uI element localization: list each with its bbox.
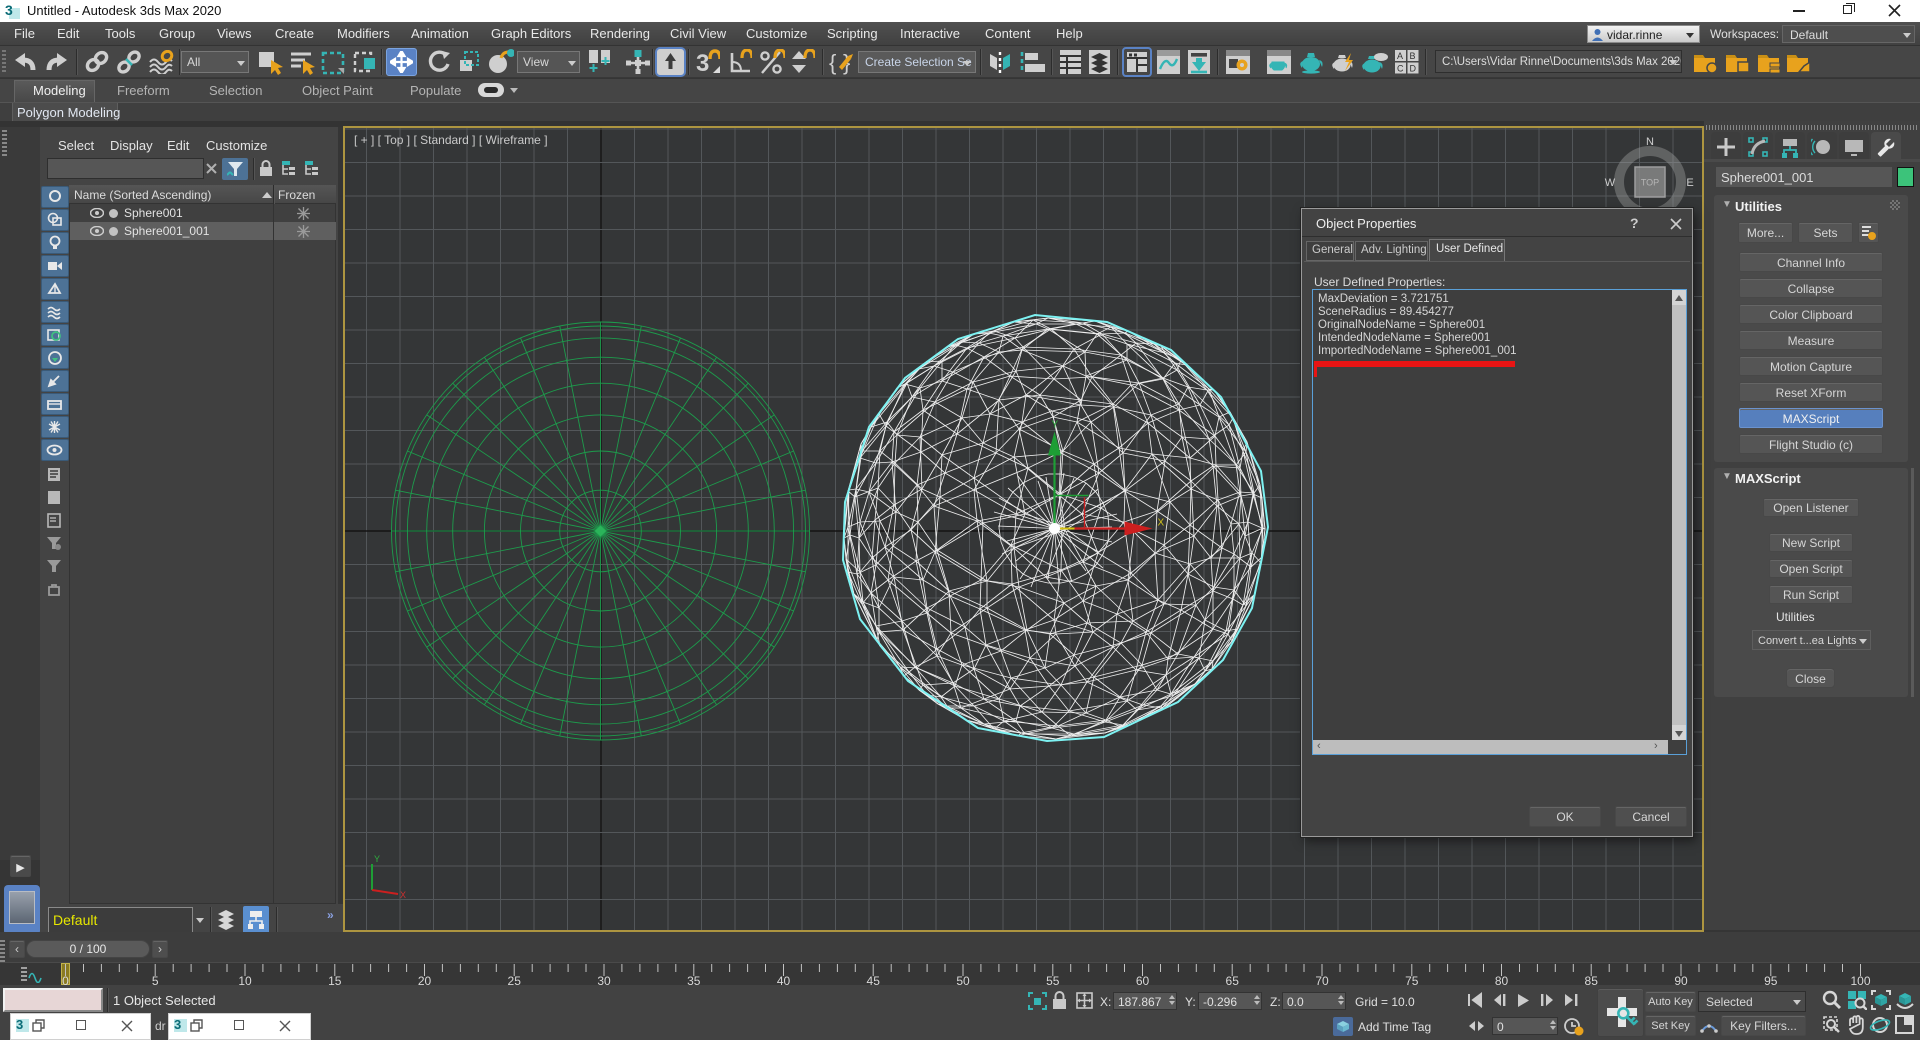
svg-text:B: B	[1410, 51, 1416, 61]
svg-text:3: 3	[696, 50, 709, 76]
svg-text:N: N	[1646, 136, 1654, 148]
svg-text:C: C	[1397, 64, 1404, 74]
svg-text:W: W	[1605, 177, 1616, 189]
svg-text:[ + ] [ Top ] [ Standard ] [ W: [ + ] [ Top ] [ Standard ] [ Wireframe ]	[354, 133, 548, 147]
svg-text:Y: Y	[374, 854, 380, 864]
svg-text:A: A	[1397, 51, 1403, 61]
svg-text:X: X	[400, 890, 406, 900]
svg-text:D: D	[1410, 64, 1417, 74]
svg-text:E: E	[1686, 177, 1693, 189]
svg-text:X: X	[1158, 518, 1165, 529]
svg-text:TOP: TOP	[1641, 178, 1659, 188]
svg-text:Y: Y	[1052, 420, 1059, 431]
svg-text:{: {	[829, 50, 836, 75]
